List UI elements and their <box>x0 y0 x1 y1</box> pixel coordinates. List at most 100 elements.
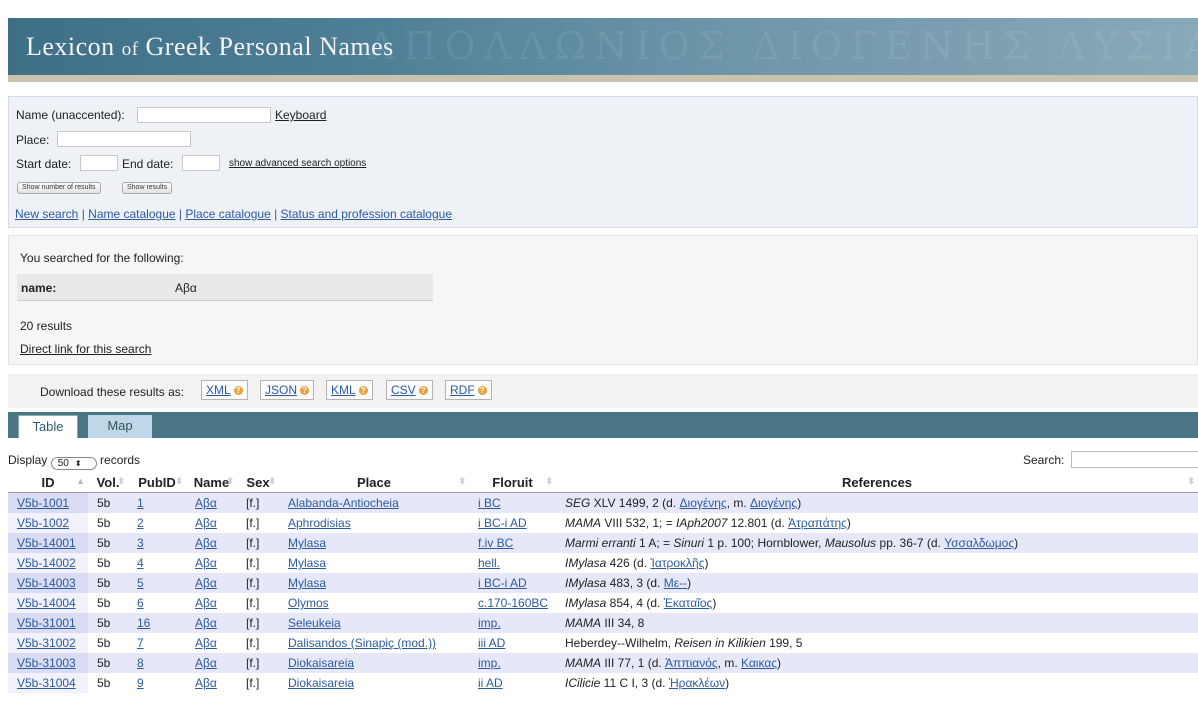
download-xml-link[interactable]: XML <box>206 383 231 397</box>
place-link[interactable]: Alabanda-Antiocheia <box>288 496 399 510</box>
id-cell[interactable]: V5b-14002 <box>8 553 88 573</box>
col-header-references[interactable]: References ⬍ <box>556 472 1198 493</box>
download-json-button[interactable]: JSON? <box>260 380 315 400</box>
place-cell[interactable]: Diokaisareia <box>279 653 469 673</box>
reference-name-link[interactable]: Διογένης <box>750 496 797 510</box>
pubid-cell[interactable]: 2 <box>128 513 186 533</box>
place-catalogue-link[interactable]: Place catalogue <box>185 207 270 221</box>
floruit-link[interactable]: c.170-160BC <box>478 596 548 610</box>
col-header-id[interactable]: ID ▲ <box>8 472 88 493</box>
pubid-cell[interactable]: 4 <box>128 553 186 573</box>
pubid-link[interactable]: 9 <box>137 676 144 690</box>
id-link[interactable]: V5b-31001 <box>17 616 76 630</box>
reference-name-link[interactable]: Ἀππιανός <box>665 656 718 670</box>
pubid-link[interactable]: 5 <box>137 576 144 590</box>
floruit-link[interactable]: hell. <box>478 556 500 570</box>
reference-name-link[interactable]: Διογένης <box>680 496 727 510</box>
col-header-name[interactable]: Name ⬍ <box>186 472 237 493</box>
pubid-cell[interactable]: 9 <box>128 673 186 693</box>
sort-icon[interactable]: ⬍ <box>117 476 125 487</box>
help-icon[interactable]: ? <box>358 386 368 395</box>
place-link[interactable]: Dalisandos (Sinapiç (mod.)) <box>288 636 436 650</box>
floruit-link[interactable]: i BC-i AD <box>478 516 527 530</box>
name-link[interactable]: Αβα <box>195 596 217 610</box>
name-link[interactable]: Αβα <box>195 576 217 590</box>
keyboard-link[interactable]: Keyboard <box>275 108 326 122</box>
floruit-cell[interactable]: hell. <box>469 553 556 573</box>
reference-name-link[interactable]: Ἰατροκλῆς <box>650 556 704 570</box>
reference-name-link[interactable]: Ἑκαταῖος <box>664 596 713 610</box>
sort-icon[interactable]: ⬍ <box>458 476 466 487</box>
id-link[interactable]: V5b-14001 <box>17 536 76 550</box>
place-link[interactable]: Diokaisareia <box>288 676 354 690</box>
sort-icon[interactable]: ⬍ <box>226 476 234 487</box>
sort-icon[interactable]: ⬍ <box>545 476 553 487</box>
reference-name-link[interactable]: Με-- <box>664 576 687 590</box>
reference-name-link[interactable]: Υσσαλδωμος <box>944 536 1014 550</box>
place-cell[interactable]: Mylasa <box>279 573 469 593</box>
floruit-cell[interactable]: i BC-i AD <box>469 513 556 533</box>
place-link[interactable]: Seleukeia <box>288 616 341 630</box>
name-cell[interactable]: Αβα <box>186 573 237 593</box>
name-link[interactable]: Αβα <box>195 516 217 530</box>
pubid-cell[interactable]: 5 <box>128 573 186 593</box>
download-csv-link[interactable]: CSV <box>391 383 416 397</box>
floruit-cell[interactable]: i BC <box>469 492 556 513</box>
tab-table[interactable]: Table <box>18 415 78 438</box>
name-link[interactable]: Αβα <box>195 636 217 650</box>
sort-asc-icon[interactable]: ▲ <box>76 476 85 486</box>
name-cell[interactable]: Αβα <box>186 633 237 653</box>
place-cell[interactable]: Olymos <box>279 593 469 613</box>
name-cell[interactable]: Αβα <box>186 613 237 633</box>
help-icon[interactable]: ? <box>418 386 428 395</box>
name-link[interactable]: Αβα <box>195 656 217 670</box>
download-json-link[interactable]: JSON <box>265 383 297 397</box>
help-icon[interactable]: ? <box>300 386 310 395</box>
place-cell[interactable]: Aphrodisias <box>279 513 469 533</box>
place-link[interactable]: Olymos <box>288 596 329 610</box>
records-select[interactable]: 50 ⬍ <box>50 457 97 470</box>
place-cell[interactable]: Dalisandos (Sinapiç (mod.)) <box>279 633 469 653</box>
floruit-link[interactable]: imp. <box>478 656 501 670</box>
help-icon[interactable]: ? <box>233 386 243 395</box>
end-date-input[interactable] <box>182 155 220 171</box>
id-cell[interactable]: V5b-31003 <box>8 653 88 673</box>
id-link[interactable]: V5b-14003 <box>17 576 76 590</box>
tab-map[interactable]: Map <box>88 415 152 438</box>
new-search-link[interactable]: New search <box>15 207 78 221</box>
pubid-link[interactable]: 6 <box>137 596 144 610</box>
place-link[interactable]: Diokaisareia <box>288 656 354 670</box>
name-link[interactable]: Αβα <box>195 536 217 550</box>
sort-icon[interactable]: ⬍ <box>268 476 276 487</box>
col-header-pubid[interactable]: PubID ⬍ <box>128 472 186 493</box>
col-header-place[interactable]: Place ⬍ <box>279 472 469 493</box>
download-xml-button[interactable]: XML? <box>201 380 248 400</box>
pubid-link[interactable]: 2 <box>137 516 144 530</box>
sort-icon[interactable]: ⬍ <box>175 476 183 487</box>
status-catalogue-link[interactable]: Status and profession catalogue <box>281 207 452 221</box>
id-link[interactable]: V5b-1002 <box>17 516 69 530</box>
pubid-cell[interactable]: 8 <box>128 653 186 673</box>
download-rdf-button[interactable]: RDF? <box>445 380 492 400</box>
name-cell[interactable]: Αβα <box>186 593 237 613</box>
floruit-link[interactable]: iii AD <box>478 636 505 650</box>
id-cell[interactable]: V5b-14001 <box>8 533 88 553</box>
pubid-link[interactable]: 7 <box>137 636 144 650</box>
pubid-link[interactable]: 3 <box>137 536 144 550</box>
floruit-link[interactable]: f.iv BC <box>478 536 513 550</box>
pubid-link[interactable]: 1 <box>137 496 144 510</box>
pubid-cell[interactable]: 3 <box>128 533 186 553</box>
id-link[interactable]: V5b-31004 <box>17 676 76 690</box>
name-link[interactable]: Αβα <box>195 556 217 570</box>
advanced-search-link[interactable]: show advanced search options <box>229 158 366 169</box>
id-cell[interactable]: V5b-1002 <box>8 513 88 533</box>
id-cell[interactable]: V5b-14004 <box>8 593 88 613</box>
pubid-cell[interactable]: 7 <box>128 633 186 653</box>
direct-link[interactable]: Direct link for this search <box>20 342 151 356</box>
id-link[interactable]: V5b-1001 <box>17 496 69 510</box>
place-link[interactable]: Mylasa <box>288 576 326 590</box>
download-csv-button[interactable]: CSV? <box>386 380 433 400</box>
id-link[interactable]: V5b-14002 <box>17 556 76 570</box>
pubid-link[interactable]: 16 <box>137 616 150 630</box>
floruit-cell[interactable]: c.170-160BC <box>469 593 556 613</box>
